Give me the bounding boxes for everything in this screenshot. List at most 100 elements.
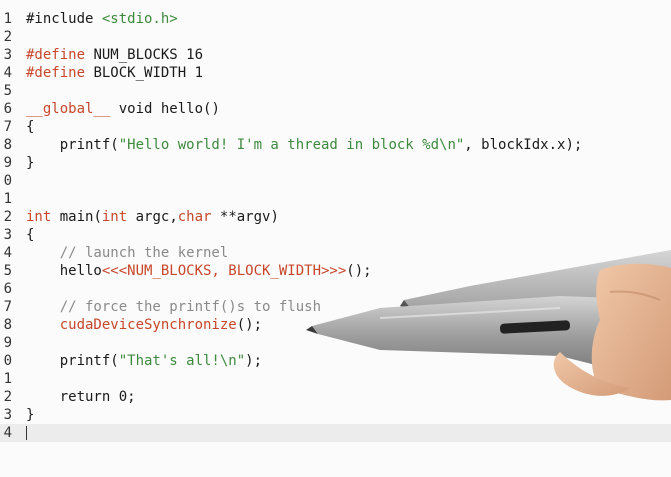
code-token: "Hello world! I'm a thread in block %d\n… (118, 137, 465, 153)
code-text: } (26, 154, 34, 172)
code-token: { (26, 119, 35, 135)
code-text: #define NUM_BLOCKS 16 (26, 46, 203, 64)
code-token: } (26, 155, 35, 171)
code-line[interactable]: 4 (0, 424, 671, 442)
code-token: 0 (118, 389, 128, 405)
code-token: #define (26, 65, 86, 81)
code-editor[interactable]: 1 #include <stdio.h> 2 3 #define NUM_BLOCKS … (0, 0, 671, 477)
line-number: 9 (3, 155, 12, 171)
code-token: <<<NUM_BLOCKS, BLOCK_WIDTH>>> (101, 263, 347, 279)
code-text: printf("Hello world! I'm a thread in blo… (26, 136, 583, 154)
code-token: "That's all!\n" (118, 353, 246, 369)
line-number: 6 (3, 101, 12, 117)
code-token: hello (26, 263, 102, 279)
code-token: <stdio.h> (101, 11, 178, 27)
code-token: cudaDeviceSynchronize (26, 317, 237, 333)
line-number: 9 (3, 335, 12, 351)
code-text: __global__ void hello() (26, 100, 220, 118)
code-line[interactable]: 2 (0, 28, 671, 46)
code-token: int (26, 209, 52, 225)
code-token: NUM_BLOCKS 16 (85, 47, 204, 63)
code-line[interactable]: 0 (0, 172, 671, 190)
code-text: } (26, 406, 34, 424)
line-number: 3 (3, 227, 12, 243)
code-text: #include <stdio.h> (26, 10, 178, 28)
code-token: main( (51, 209, 102, 225)
line-number: 0 (3, 353, 12, 369)
code-line[interactable]: 1 (0, 370, 671, 388)
code-text: #define BLOCK_WIDTH 1 (26, 64, 203, 82)
code-token: , blockIdx.x); (464, 137, 583, 153)
code-token: #include (26, 11, 102, 27)
code-token: **argv) (211, 209, 279, 225)
code-token: ); (245, 353, 263, 369)
code-token: // launch the kernel (26, 245, 229, 261)
code-line[interactable]: 8 printf("Hello world! I'm a thread in b… (0, 136, 671, 154)
line-number: 1 (3, 371, 12, 387)
line-number: 2 (3, 389, 12, 405)
code-token: #define (26, 47, 86, 63)
code-text: int main(int argc,char **argv) (26, 208, 279, 226)
line-number: 8 (3, 317, 12, 333)
line-number: 4 (3, 245, 12, 261)
code-line[interactable]: 8 cudaDeviceSynchronize(); (0, 316, 671, 334)
code-token: // force the printf()s to flush (26, 299, 322, 315)
code-line[interactable]: 5 (0, 82, 671, 100)
code-line[interactable]: 4 // launch the kernel (0, 244, 671, 262)
code-line[interactable]: 3 #define NUM_BLOCKS 16 (0, 46, 671, 64)
code-line[interactable]: 5 hello<<<NUM_BLOCKS, BLOCK_WIDTH>>>(); (0, 262, 671, 280)
code-line[interactable]: 3{ (0, 226, 671, 244)
code-token: return (26, 389, 119, 405)
code-text: printf("That's all!\n"); (26, 352, 262, 370)
code-line[interactable]: 9 (0, 334, 671, 352)
code-line[interactable]: 1 (0, 190, 671, 208)
code-token: (); (346, 263, 372, 279)
code-text: hello<<<NUM_BLOCKS, BLOCK_WIDTH>>>(); (26, 262, 372, 280)
line-number: 5 (3, 83, 12, 99)
code-token: { (26, 227, 35, 243)
code-line[interactable]: 2 int main(int argc,char **argv) (0, 208, 671, 226)
line-number: 7 (3, 299, 12, 315)
line-number: 4 (3, 65, 12, 81)
code-line[interactable]: 7 // force the printf()s to flush (0, 298, 671, 316)
code-token: printf( (26, 137, 119, 153)
code-text: // launch the kernel (26, 244, 229, 262)
line-number: 7 (3, 119, 12, 135)
line-number: 1 (3, 191, 12, 207)
code-text: cudaDeviceSynchronize(); (26, 316, 262, 334)
code-token: BLOCK_WIDTH 1 (85, 65, 204, 81)
code-token: argc, (127, 209, 178, 225)
code-token: } (26, 407, 35, 423)
code-token: (); (236, 317, 263, 333)
code-token: int (101, 209, 128, 225)
line-number: 4 (3, 425, 12, 441)
line-number: 2 (3, 209, 12, 225)
line-number: 8 (3, 137, 12, 153)
code-text: return 0; (26, 388, 136, 406)
line-number: 3 (3, 407, 12, 423)
line-number: 3 (3, 47, 12, 63)
code-token: void hello() (110, 101, 220, 117)
code-token: char (177, 209, 212, 225)
code-token: printf( (26, 353, 119, 369)
code-token: __global__ (26, 101, 111, 117)
line-number: 5 (3, 263, 12, 279)
code-text: // force the printf()s to flush (26, 298, 321, 316)
code-line[interactable]: 2 return 0; (0, 388, 671, 406)
code-line[interactable]: 6 __global__ void hello() (0, 100, 671, 118)
code-line[interactable]: 9} (0, 154, 671, 172)
line-number: 0 (3, 173, 12, 189)
code-token: ; (127, 389, 136, 405)
line-number: 2 (3, 29, 12, 45)
code-text: { (26, 118, 34, 136)
code-line[interactable]: 3} (0, 406, 671, 424)
code-line[interactable]: 7{ (0, 118, 671, 136)
line-number: 1 (3, 11, 12, 27)
code-line[interactable]: 0 printf("That's all!\n"); (0, 352, 671, 370)
code-line[interactable]: 4 #define BLOCK_WIDTH 1 (0, 64, 671, 82)
code-area[interactable]: 1 #include <stdio.h> 2 3 #define NUM_BLOCKS … (0, 10, 671, 442)
line-number: 6 (3, 281, 12, 297)
code-line[interactable]: 1 #include <stdio.h> (0, 10, 671, 28)
text-caret (26, 426, 27, 440)
code-line[interactable]: 6 (0, 280, 671, 298)
